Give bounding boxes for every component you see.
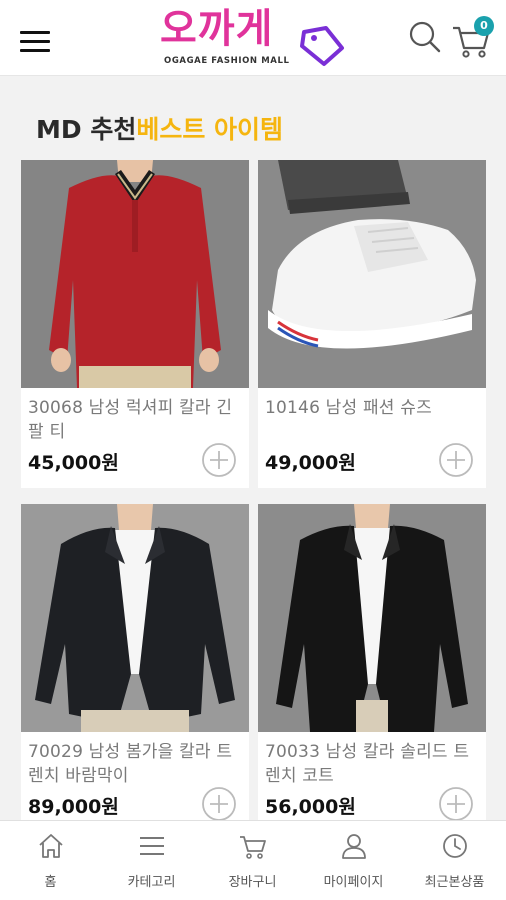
product-image-black-shirt-jacket[interactable] [258,504,486,732]
nav-label: 홈 [44,875,57,890]
nav-item-mypage[interactable]: 마이페이지 [303,821,404,900]
product-image-red-polo-shirt[interactable] [21,160,249,388]
nav-label: 최근본상품 [424,875,485,890]
home-icon [39,834,63,858]
logo-subtitle: OGAGAE FASHION MALL [164,56,290,66]
product-name[interactable]: 70029 남성 봄가을 칼라 트렌치 바람막이 [28,740,242,788]
cart-icon [240,836,266,859]
section-title-highlight: 베스트 아이템 [136,115,284,144]
brand-logo[interactable]: 오까게 OGAGAE FASHION MALL [158,6,350,72]
product-card[interactable]: 30068 남성 럭셔피 칼라 긴팔 티 45,000원 [21,160,249,488]
product-card[interactable]: 70033 남성 칼라 솔리드 트렌치 코트 56,000원 [258,504,486,822]
nav-item-home[interactable]: 홈 [0,821,101,900]
nav-label: 장바구니 [228,875,277,890]
product-name[interactable]: 30068 남성 럭셔피 칼라 긴팔 티 [28,396,242,444]
product-price: 45,000원 [28,452,119,474]
price-tag-icon [300,26,344,66]
search-icon[interactable] [408,20,442,54]
product-price: 89,000원 [28,796,119,818]
app-header: 오까게 OGAGAE FASHION MALL 0 [0,0,506,76]
nav-label: 마이페이지 [323,875,384,890]
add-to-cart-plus-icon[interactable] [201,786,237,822]
product-image-black-trench-jacket[interactable] [21,504,249,732]
nav-label: 카테고리 [127,875,176,890]
cart-button[interactable]: 0 [450,16,494,60]
cart-count-badge: 0 [474,16,494,36]
product-card[interactable]: 10146 남성 패션 슈즈 49,000원 [258,160,486,488]
add-to-cart-plus-icon[interactable] [201,442,237,478]
add-to-cart-plus-icon[interactable] [438,442,474,478]
logo-text: 오까게 [160,6,274,52]
clock-icon [443,834,467,858]
product-image-white-sneakers[interactable] [258,160,486,388]
section-title-prefix: MD 추천 [36,115,137,144]
nav-item-cart[interactable]: 장바구니 [202,821,303,900]
product-card[interactable]: 70029 남성 봄가을 칼라 트렌치 바람막이 89,000원 [21,504,249,822]
product-price: 49,000원 [265,452,356,474]
section-title: MD 추천베스트 아이템 [36,112,283,148]
hamburger-menu-icon[interactable] [18,28,54,54]
user-icon [342,834,366,859]
bottom-navigation: 홈 카테고리 장바구니 마이페이지 최근본상품 [0,820,506,900]
nav-item-category[interactable]: 카테고리 [101,821,202,900]
list-icon [140,837,164,855]
product-name[interactable]: 10146 남성 패션 슈즈 [265,396,479,420]
add-to-cart-plus-icon[interactable] [438,786,474,822]
product-price: 56,000원 [265,796,356,818]
product-name[interactable]: 70033 남성 칼라 솔리드 트렌치 코트 [265,740,479,788]
nav-item-recent[interactable]: 최근본상품 [404,821,505,900]
